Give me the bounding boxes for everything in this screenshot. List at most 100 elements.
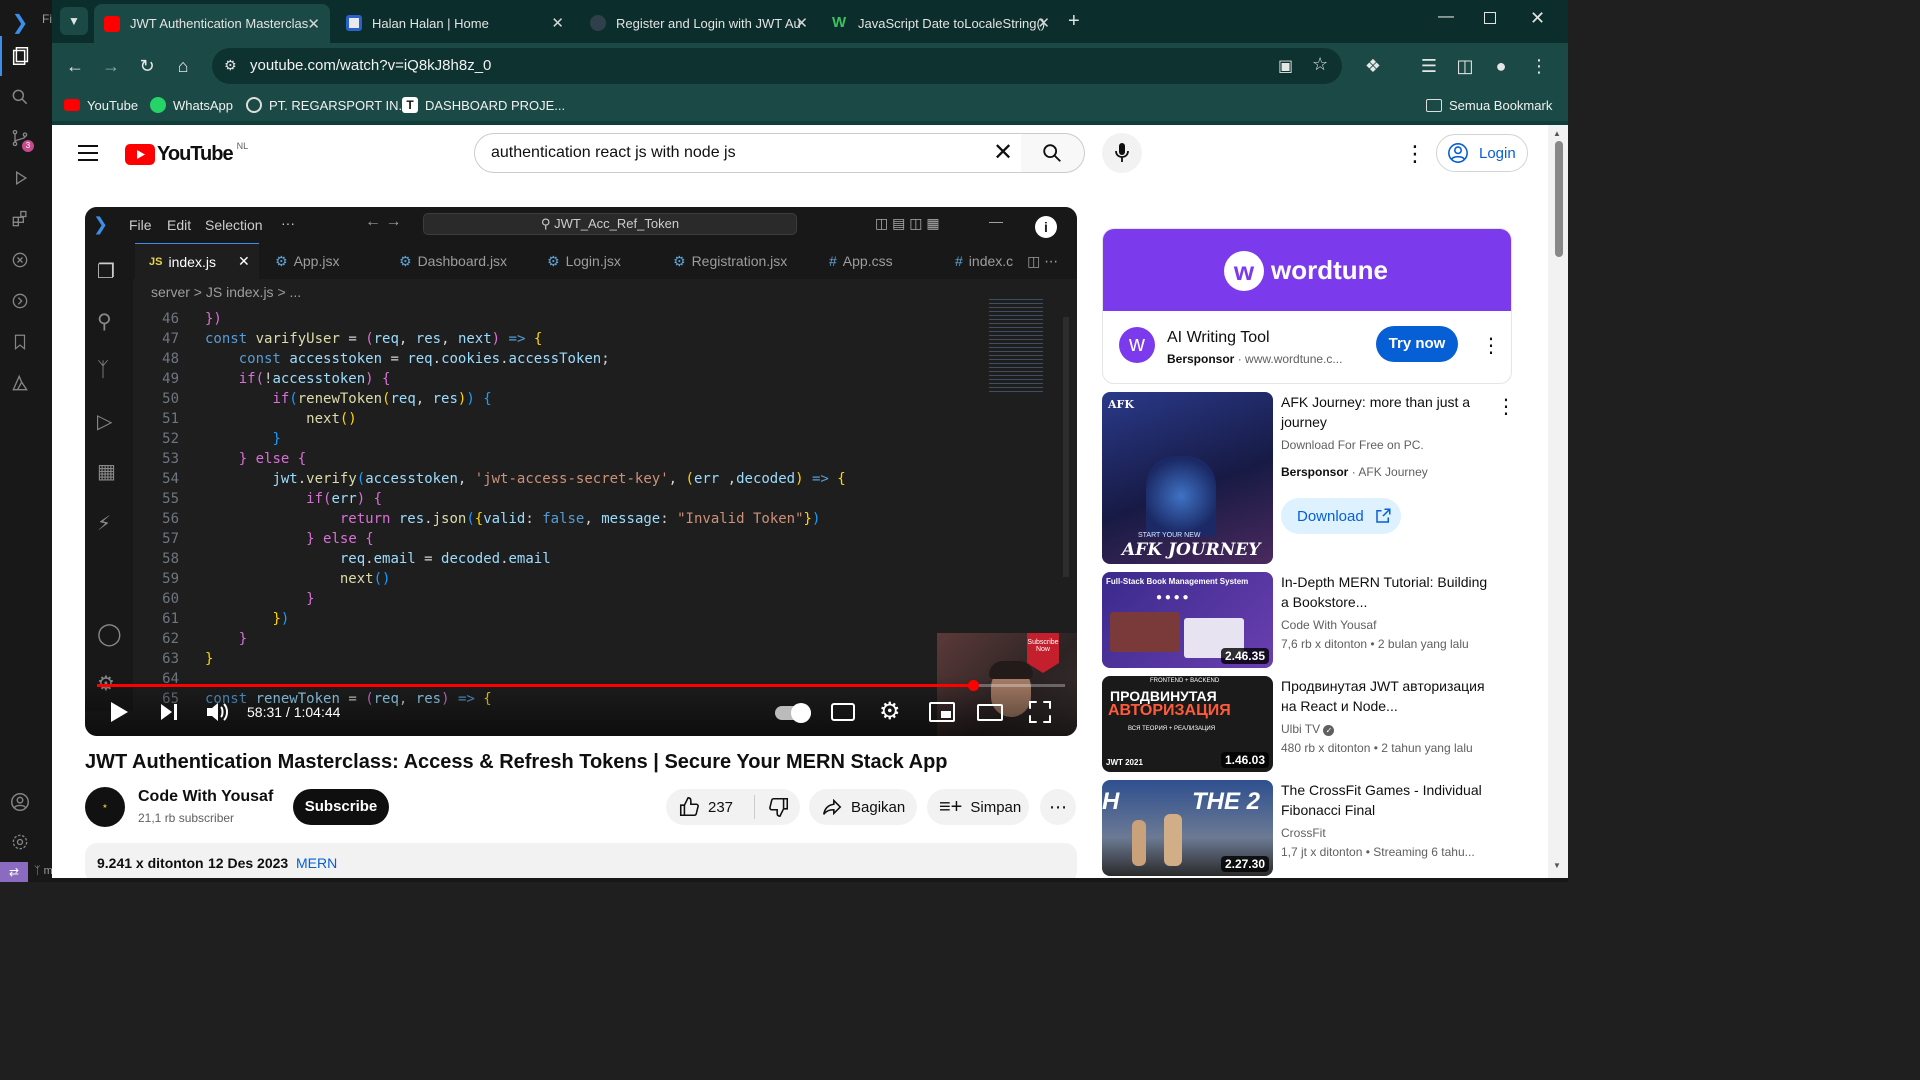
more-actions-button[interactable]: ⋯ <box>1040 789 1076 825</box>
reload-icon[interactable]: ↻ <box>134 53 160 79</box>
bookmark-dashboard[interactable]: T DASHBOARD PROJE... <box>402 95 565 115</box>
close-tab-icon[interactable]: ✕ <box>795 14 808 32</box>
bookmark-youtube[interactable]: YouTube <box>64 95 138 115</box>
share-button[interactable]: Bagikan <box>809 789 917 825</box>
tab-search-button[interactable]: ▼ <box>60 7 88 35</box>
ad-menu-icon[interactable]: ⋮ <box>1481 333 1501 358</box>
login-button[interactable]: Login <box>1436 134 1528 172</box>
channel-name[interactable]: Ulbi TV ✓ <box>1281 722 1335 736</box>
hamburger-menu-icon[interactable] <box>78 145 98 161</box>
clear-search-icon[interactable]: ✕ <box>993 138 1013 167</box>
channel-name[interactable]: Code With Yousaf <box>138 788 273 806</box>
remote-explorer-icon[interactable] <box>0 240 40 280</box>
timeline-icon[interactable] <box>0 281 40 321</box>
sidebar-item-jwt-russian[interactable]: FRONTEND + BACKEND ПРОДВИНУТАЯ АВТОРИЗАЦ… <box>1102 676 1512 772</box>
video-thumbnail[interactable]: AFK START YOUR NEW AFK JOURNEY <box>1102 392 1273 564</box>
media-control-icon[interactable]: ☰ <box>1416 53 1442 79</box>
tab-jwt-masterclass[interactable]: JWT Authentication Masterclas ✕ <box>94 4 330 43</box>
miniplayer-icon[interactable] <box>929 702 955 722</box>
item-menu-icon[interactable]: ⋮ <box>1496 394 1516 419</box>
new-tab-icon[interactable]: + <box>1068 10 1080 33</box>
tab-halan-halan[interactable]: Halan Halan | Home ✕ <box>336 6 574 40</box>
source-control-icon[interactable]: 3 <box>0 118 40 158</box>
address-bar[interactable]: ⚙ youtube.com/watch?v=iQ8kJ8h8z_0 ▣ ☆ <box>212 48 1342 84</box>
sidebar-item-mern-tutorial[interactable]: Full-Stack Book Management System ● ● ● … <box>1102 572 1512 668</box>
youtube-logo[interactable]: YouTube NL <box>125 141 248 166</box>
bookmark-icon[interactable] <box>0 322 40 362</box>
minimize-icon[interactable]: — <box>1438 8 1454 26</box>
all-bookmarks[interactable]: Semua Bookmark <box>1426 95 1552 115</box>
volume-icon[interactable] <box>205 701 229 723</box>
account-icon[interactable] <box>0 782 40 822</box>
close-tab-icon[interactable]: ✕ <box>307 15 320 33</box>
settings-gear-icon[interactable] <box>0 822 40 862</box>
video-player[interactable]: ❯ File Edit Selection ··· ← → ⚲ JWT_Acc_… <box>85 207 1077 736</box>
side-panel-icon[interactable]: ◫ <box>1452 53 1478 79</box>
recommendation-title[interactable]: In-Depth MERN Tutorial: Building a Books… <box>1281 572 1496 612</box>
like-button[interactable]: 237 <box>666 789 754 825</box>
search-button[interactable] <box>1021 133 1085 173</box>
recommendation-title[interactable]: Продвинутая JWT авторизация на React и N… <box>1281 676 1496 716</box>
maximize-icon[interactable] <box>1484 12 1496 24</box>
back-icon[interactable]: ← <box>62 53 88 79</box>
channel-name[interactable]: CrossFit <box>1281 826 1326 840</box>
autoplay-toggle[interactable] <box>775 703 811 723</box>
video-thumbnail[interactable]: FRONTEND + BACKEND ПРОДВИНУТАЯ АВТОРИЗАЦ… <box>1102 676 1273 772</box>
progress-bar[interactable] <box>97 684 1065 687</box>
search-icon[interactable] <box>0 77 40 117</box>
voice-search-button[interactable] <box>1102 133 1142 173</box>
scrollbar-thumb[interactable] <box>1555 141 1563 257</box>
description-box[interactable]: 9.241 x ditonton 12 Des 2023 MERN <box>85 843 1077 878</box>
dislike-button[interactable] <box>758 789 800 825</box>
tab-register-login[interactable]: Register and Login with JWT Au ✕ <box>580 6 818 40</box>
settings-more-icon[interactable]: ⋮ <box>1404 141 1426 167</box>
progress-scrubber[interactable] <box>967 680 979 691</box>
info-icon[interactable]: i <box>1035 216 1057 238</box>
bookmark-whatsapp[interactable]: WhatsApp <box>150 95 233 115</box>
download-button[interactable]: Download <box>1281 498 1401 534</box>
site-info-icon[interactable]: ⚙ <box>224 57 237 74</box>
explorer-icon[interactable] <box>0 36 40 76</box>
video-meta: 480 rb x ditonton • 2 tahun yang lalu <box>1281 741 1473 755</box>
search-input[interactable]: authentication react js with node js <box>491 144 736 162</box>
save-button[interactable]: ≡+ Simpan <box>927 789 1029 825</box>
azure-icon[interactable] <box>0 363 40 403</box>
hashtag-link[interactable]: MERN <box>296 855 337 871</box>
try-now-button[interactable]: Try now <box>1376 326 1458 362</box>
play-icon[interactable] <box>109 701 129 723</box>
page-scrollbar[interactable]: ▲ ▼ <box>1548 125 1568 878</box>
scroll-down-icon[interactable]: ▼ <box>1553 861 1561 870</box>
install-app-icon[interactable]: ▣ <box>1278 56 1293 76</box>
scroll-up-icon[interactable]: ▲ <box>1553 129 1561 138</box>
sponsored-ad[interactable]: w wordtune w AI Writing Tool Bersponsor … <box>1102 228 1512 384</box>
forward-icon[interactable]: → <box>98 53 124 79</box>
recommendation-title[interactable]: AFK Journey: more than just a journey <box>1281 392 1481 432</box>
channel-avatar[interactable]: ★ <box>85 787 125 827</box>
subscribe-button[interactable]: Subscribe <box>293 789 389 825</box>
extensions-icon[interactable] <box>0 199 40 239</box>
url-text[interactable]: youtube.com/watch?v=iQ8kJ8h8z_0 <box>250 57 491 74</box>
bookmark-regarsport[interactable]: PT. REGARSPORT IN... <box>246 95 409 115</box>
search-box[interactable]: authentication react js with node js ✕ <box>474 133 1022 173</box>
sidebar-item-afk-journey[interactable]: AFK START YOUR NEW AFK JOURNEY AFK Journ… <box>1102 392 1516 564</box>
recommendation-title[interactable]: The CrossFit Games - Individual Fibonacc… <box>1281 780 1496 820</box>
theater-mode-icon[interactable] <box>977 704 1003 721</box>
video-thumbnail[interactable]: Full-Stack Book Management System ● ● ● … <box>1102 572 1273 668</box>
settings-gear-icon[interactable]: ⚙ <box>879 697 901 726</box>
browser-menu-icon[interactable]: ⋮ <box>1526 53 1552 79</box>
sidebar-item-crossfit[interactable]: H THE 2 2.27.30 The CrossFit Games - Ind… <box>1102 780 1512 876</box>
next-video-icon[interactable] <box>159 702 179 722</box>
tab-js-date[interactable]: W JavaScript Date toLocaleString() ✕ <box>822 6 1060 40</box>
close-window-icon[interactable]: ✕ <box>1530 8 1545 29</box>
profile-icon[interactable]: ● <box>1488 53 1514 79</box>
remote-indicator-icon[interactable]: ⇄ <box>0 862 28 882</box>
bookmark-star-icon[interactable]: ☆ <box>1312 54 1328 75</box>
subtitles-icon[interactable] <box>831 703 855 721</box>
channel-name[interactable]: Code With Yousaf <box>1281 618 1376 632</box>
extensions-puzzle-icon[interactable]: ❖ <box>1360 53 1386 79</box>
run-debug-icon[interactable] <box>0 158 40 198</box>
home-icon[interactable]: ⌂ <box>170 53 196 79</box>
video-thumbnail[interactable]: H THE 2 2.27.30 <box>1102 780 1273 876</box>
close-tab-icon[interactable]: ✕ <box>1037 14 1050 32</box>
close-tab-icon[interactable]: ✕ <box>551 14 564 32</box>
